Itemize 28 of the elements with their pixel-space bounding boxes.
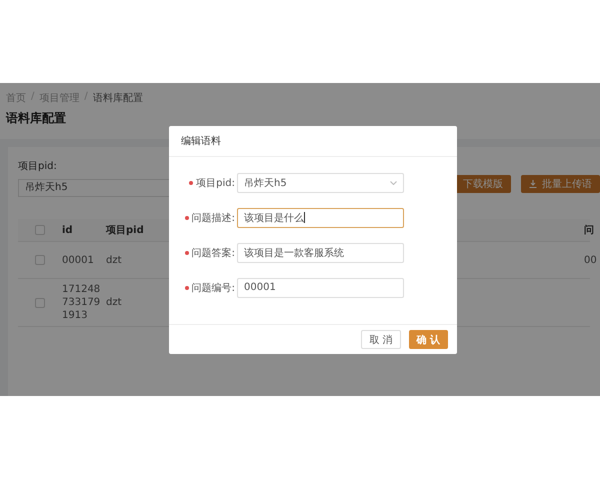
checkbox[interactable]	[35, 298, 45, 308]
column-header: 问	[584, 224, 595, 238]
column-header: id	[62, 224, 74, 238]
input-field[interactable]: 该项目是什么	[237, 208, 404, 228]
field-label: 问题编号:	[192, 282, 235, 294]
checkbox[interactable]	[35, 255, 45, 265]
field-label: 问题答案:	[192, 246, 235, 260]
checkbox[interactable]	[35, 225, 45, 235]
field-label: 问题描述:	[192, 212, 235, 224]
action-button[interactable]: 下载模版	[455, 175, 511, 193]
breadcrumb-separator: /	[84, 91, 88, 104]
table-cell-text: dzt	[106, 254, 123, 268]
filter-label: 项目pid:	[18, 160, 58, 173]
action-button[interactable]: 批量上传语	[521, 175, 600, 193]
chevron-down-icon	[390, 180, 397, 184]
confirm-button[interactable]: 确 认	[408, 330, 448, 349]
input-field[interactable]: 该项目是一款客服系统	[237, 242, 404, 262]
table-cell-text: dzt	[106, 296, 123, 310]
breadcrumb-separator: /	[31, 91, 34, 104]
table-cell-text: 00	[584, 254, 598, 268]
select-field[interactable]: 吊炸天h5	[237, 172, 404, 192]
table-cell-text: 00001	[62, 254, 95, 268]
breadcrumb-link[interactable]: 语料库配置	[92, 91, 143, 105]
input-field[interactable]: 00001	[237, 278, 404, 298]
table-cell-text: 1712487331791913	[62, 283, 102, 323]
field-label: 项目pid:	[196, 176, 235, 190]
column-header: 项目pid	[106, 224, 145, 238]
cancel-button[interactable]: 取 消	[361, 330, 401, 349]
